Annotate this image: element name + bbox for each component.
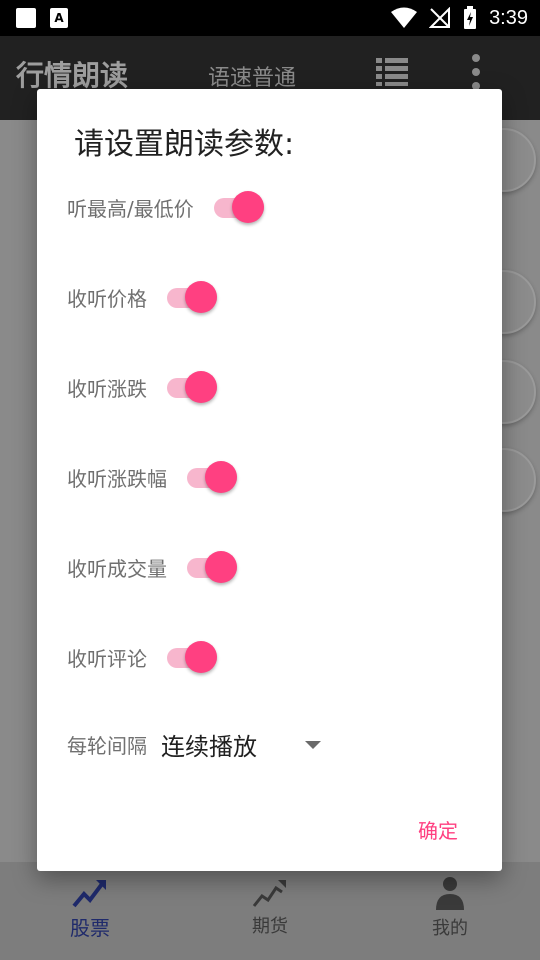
nav-item-stocks[interactable]: 股票 <box>0 862 180 960</box>
switch-thumb <box>205 461 237 493</box>
interval-selected-value: 连续播放 <box>161 733 257 761</box>
battery-charging-icon <box>464 6 477 29</box>
switch-thumb <box>185 281 217 313</box>
status-right: 3:39 <box>391 6 528 30</box>
speech-speed-button[interactable]: 语速普通 <box>208 60 296 92</box>
nav-item-profile[interactable]: 我的 <box>360 862 540 960</box>
trend-up-icon <box>72 880 106 908</box>
setting-label: 收听涨跌幅 <box>67 466 167 491</box>
list-icon[interactable] <box>376 58 408 86</box>
status-left: A <box>16 8 68 28</box>
nav-label: 股票 <box>70 916 110 940</box>
volume-toggle[interactable] <box>185 547 241 587</box>
wifi-icon <box>391 7 418 28</box>
dialog-title: 请设置朗读参数: <box>74 127 295 162</box>
setting-row-change-percent: 收听涨跌幅 <box>67 457 241 497</box>
signal-off-icon <box>429 7 451 28</box>
switch-thumb <box>205 551 237 583</box>
interval-label: 每轮间隔 <box>67 734 147 758</box>
setting-row-volume: 收听成交量 <box>67 547 241 587</box>
setting-row-high-low: 听最高/最低价 <box>67 187 268 227</box>
chart-icon <box>252 880 286 907</box>
confirm-button[interactable]: 确定 <box>418 815 458 844</box>
switch-thumb <box>185 371 217 403</box>
setting-label: 收听评论 <box>67 646 147 671</box>
more-vert-icon[interactable] <box>468 52 484 92</box>
setting-row-change: 收听涨跌 <box>67 367 221 407</box>
setting-label: 听最高/最低价 <box>67 196 194 221</box>
nav-label: 我的 <box>432 918 468 939</box>
setting-row-comments: 收听评论 <box>67 637 221 677</box>
nav-item-futures[interactable]: 期货 <box>180 862 360 960</box>
setting-row-price: 收听价格 <box>67 277 221 317</box>
change-percent-toggle[interactable] <box>185 457 241 497</box>
high-low-toggle[interactable] <box>212 187 268 227</box>
setting-label: 收听成交量 <box>67 556 167 581</box>
switch-thumb <box>231 191 264 223</box>
bottom-nav: 股票 期货 我的 <box>0 862 540 960</box>
nav-label: 期货 <box>252 916 288 937</box>
setting-label: 收听价格 <box>67 286 147 311</box>
comments-toggle[interactable] <box>165 637 221 677</box>
change-toggle[interactable] <box>165 367 221 407</box>
notification-icon <box>16 8 36 28</box>
interval-row: 每轮间隔 连续播放 <box>67 727 321 762</box>
status-bar: A 3:39 <box>0 0 540 36</box>
app-notification-icon: A <box>50 8 68 28</box>
app-title: 行情朗读 <box>16 59 129 92</box>
clock: 3:39 <box>489 6 528 29</box>
switch-thumb <box>185 641 217 673</box>
settings-dialog: 请设置朗读参数: 听最高/最低价 收听价格 收听涨跌 收听涨跌幅 收听成交量 收… <box>37 89 502 871</box>
person-icon <box>436 877 464 910</box>
interval-dropdown[interactable]: 连续播放 <box>161 727 321 762</box>
setting-label: 收听涨跌 <box>67 376 147 401</box>
dropdown-arrow-icon <box>305 740 321 749</box>
price-toggle[interactable] <box>165 277 221 317</box>
